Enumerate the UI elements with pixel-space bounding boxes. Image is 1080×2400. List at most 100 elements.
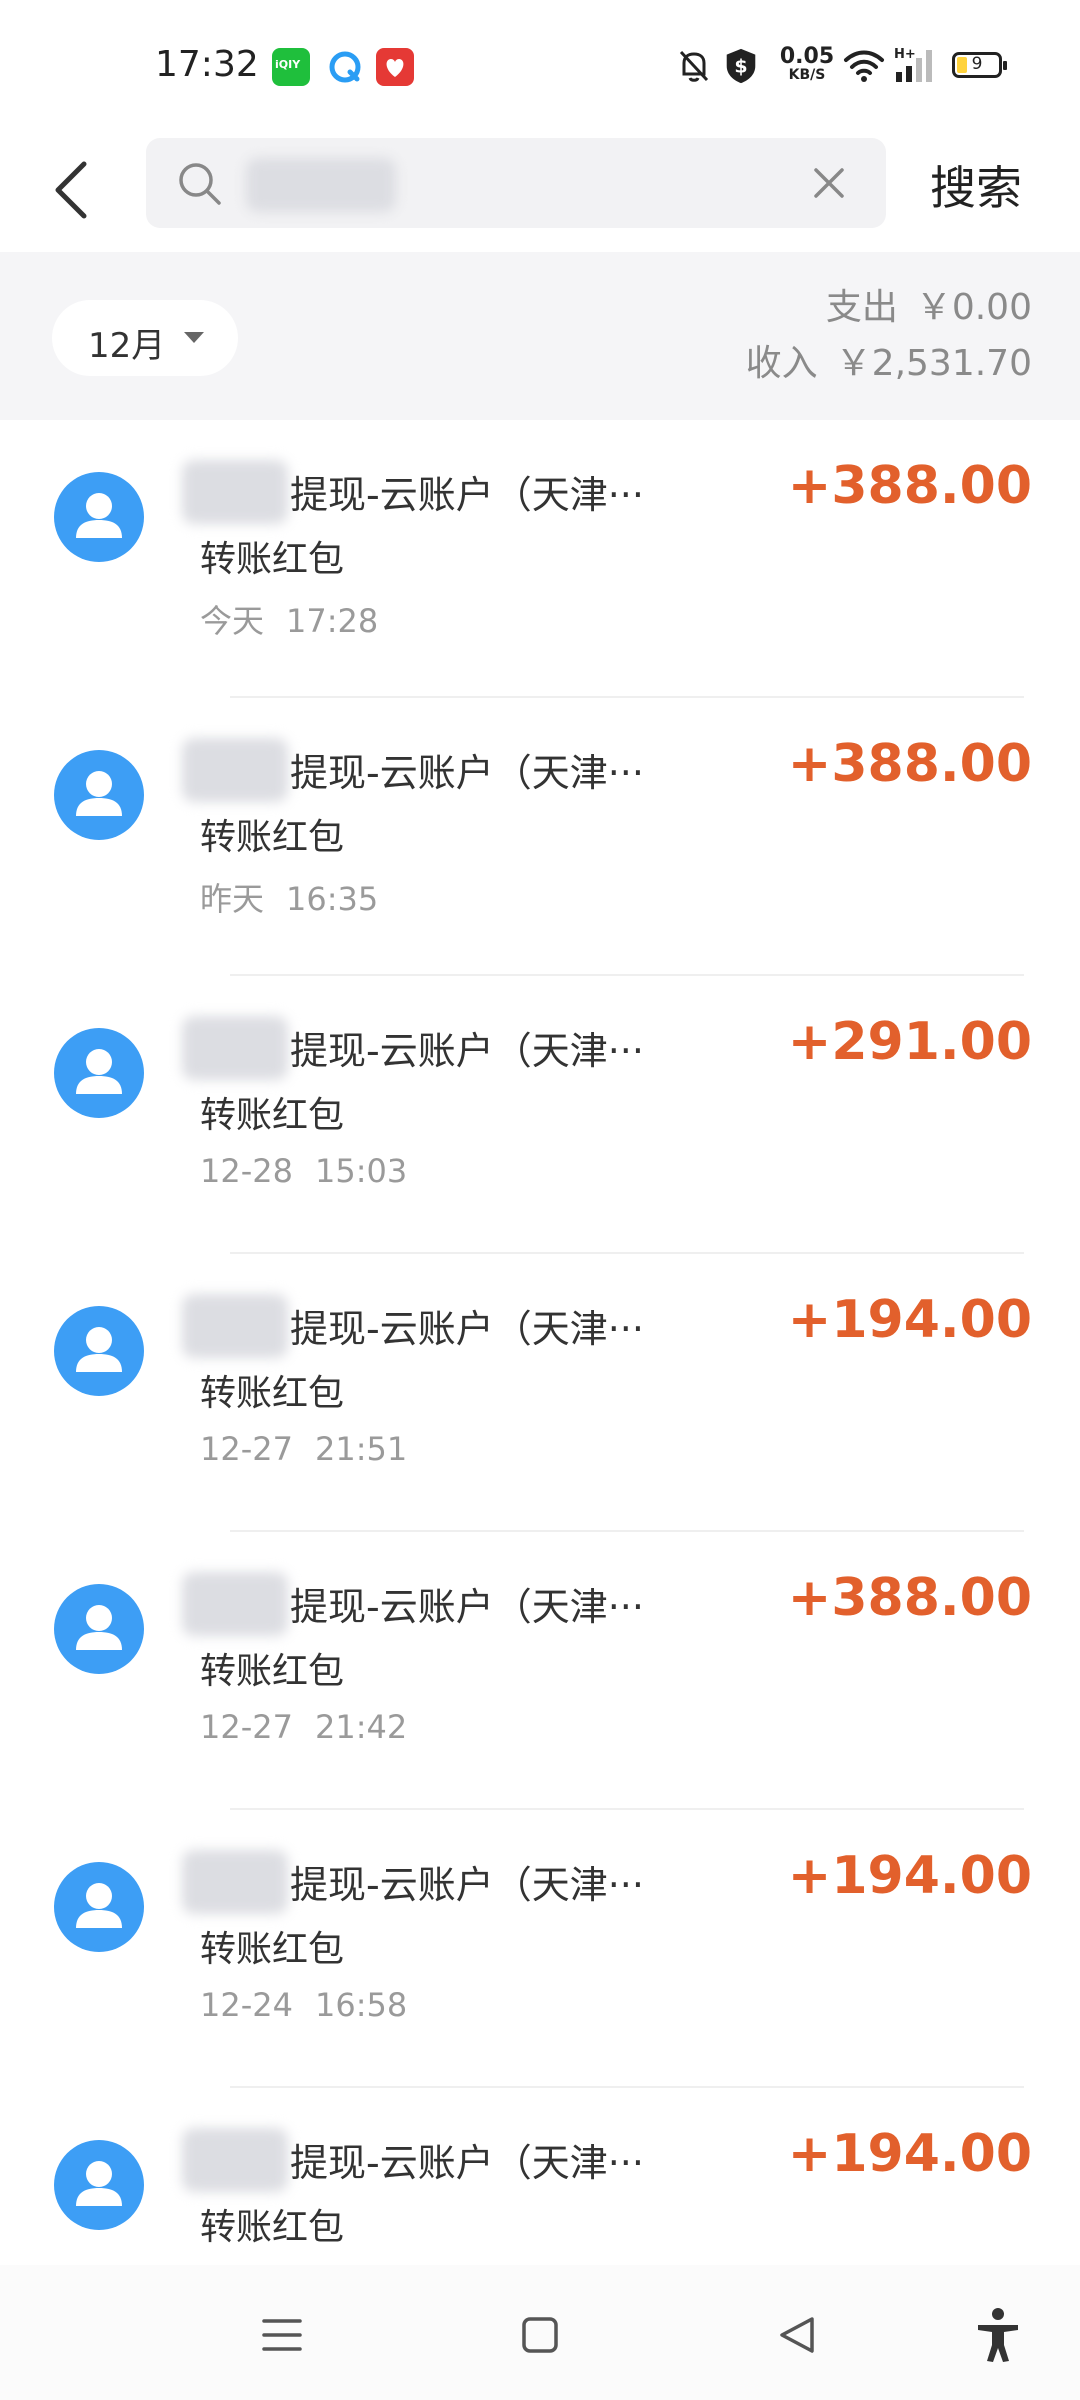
search-box[interactable] <box>146 138 886 228</box>
transaction-title: 提现-云账户（天津··· <box>290 1863 644 1907</box>
transaction-row[interactable]: 提现-云账户（天津··· 转账红包 12-27 21:42 +388.00 <box>0 1532 1080 1810</box>
transaction-amount: +194.00 <box>787 2124 1032 2184</box>
avatar <box>54 1306 144 1396</box>
iqiyi-icon <box>272 48 310 86</box>
mute-bell-icon <box>679 50 709 82</box>
month-selector[interactable]: 12月 <box>52 300 238 376</box>
transaction-title: 提现-云账户（天津··· <box>290 473 644 517</box>
transaction-row[interactable]: 提现-云账户（天津··· 转账红包 12-24 16:58 +194.00 <box>0 1810 1080 2088</box>
redacted-name <box>182 2128 288 2192</box>
transaction-row[interactable]: 提现-云账户（天津··· 转账红包 +194.00 <box>0 2088 1080 2265</box>
shield-icon: $ <box>726 48 756 84</box>
transaction-type: 转账红包 <box>200 2207 345 2248</box>
transaction-type: 转账红包 <box>200 1373 345 1414</box>
transaction-amount: +194.00 <box>787 1290 1032 1350</box>
transaction-type: 转账红包 <box>200 539 345 580</box>
month-summary: 12月 支出 ￥0.00 收入 ￥2,531.70 <box>0 252 1080 420</box>
redacted-name <box>182 1016 288 1080</box>
transaction-datetime: 今天 17:28 <box>200 596 378 642</box>
transaction-amount: +388.00 <box>787 1568 1032 1628</box>
income-total: 收入 ￥2,531.70 <box>746 336 1032 392</box>
battery-level: 9 <box>971 54 983 74</box>
transaction-datetime: 12-28 15:03 <box>200 1152 407 1190</box>
redacted-name <box>182 1572 288 1636</box>
svg-text:$: $ <box>734 56 747 78</box>
transaction-title: 提现-云账户（天津··· <box>290 751 644 795</box>
transaction-time: 15:03 <box>314 1152 408 1190</box>
status-bar: 17:32 $ 0.05 KB/S H+ 9 <box>0 0 1080 130</box>
transaction-row[interactable]: 提现-云账户（天津··· 转账红包 今天 17:28 +388.00 <box>0 420 1080 698</box>
transaction-time: 17:28 <box>286 602 379 640</box>
transaction-title: 提现-云账户（天津··· <box>290 2141 644 2185</box>
avatar <box>54 2140 144 2230</box>
redacted-name <box>182 1850 288 1914</box>
chevron-left-icon <box>55 161 87 219</box>
transaction-amount: +388.00 <box>787 734 1032 794</box>
income-label: 收入 <box>745 343 818 384</box>
redacted-search-text <box>246 158 396 212</box>
expense-value: ￥0.00 <box>915 287 1032 328</box>
redacted-name <box>182 460 288 524</box>
avatar <box>54 1028 144 1118</box>
search-header: 搜索 <box>0 130 1080 252</box>
transaction-title: 提现-云账户（天津··· <box>290 1029 644 1073</box>
month-label: 12月 <box>88 326 166 366</box>
wifi-icon <box>844 50 884 82</box>
transaction-date: 昨天 <box>200 880 265 918</box>
transaction-amount: +388.00 <box>787 456 1032 516</box>
clear-search-button[interactable] <box>806 160 852 206</box>
transaction-amount: +194.00 <box>787 1846 1032 1906</box>
income-value: ￥2,531.70 <box>835 343 1032 384</box>
transaction-row[interactable]: 提现-云账户（天津··· 转账红包 12-28 15:03 +291.00 <box>0 976 1080 1254</box>
transaction-date: 12-28 <box>200 1152 293 1190</box>
user-avatar-icon <box>76 1605 122 1650</box>
transaction-date: 12-27 <box>200 1708 293 1746</box>
transaction-type: 转账红包 <box>200 817 345 858</box>
avatar <box>54 1862 144 1952</box>
caret-down-icon <box>184 332 204 343</box>
transaction-title: 提现-云账户（天津··· <box>290 1585 644 1629</box>
close-icon <box>814 168 844 198</box>
accessibility-icon[interactable] <box>968 2305 1028 2365</box>
transaction-time: 16:35 <box>286 880 379 918</box>
transaction-title: 提现-云账户（天津··· <box>290 1307 644 1351</box>
avatar <box>54 1584 144 1674</box>
transaction-date: 今天 <box>200 602 265 640</box>
network-speed-value: 0.05 <box>779 44 835 69</box>
avatar <box>54 472 144 562</box>
transaction-row[interactable]: 提现-云账户（天津··· 转账红包 12-27 21:51 +194.00 <box>0 1254 1080 1532</box>
expense-label: 支出 <box>825 287 898 328</box>
home-square-icon[interactable] <box>510 2305 570 2365</box>
system-nav-bar <box>0 2265 1080 2400</box>
redacted-name <box>182 1294 288 1358</box>
expense-total: 支出 ￥0.00 <box>746 280 1032 336</box>
search-icon <box>179 163 221 205</box>
transaction-list: 提现-云账户（天津··· 转账红包 今天 17:28 +388.00 提现-云账户… <box>0 420 1080 2265</box>
transaction-datetime: 12-27 21:51 <box>200 1430 407 1468</box>
menu-icon[interactable] <box>252 2305 312 2365</box>
status-time: 17:32 <box>155 44 259 85</box>
network-speed: 0.05 KB/S <box>772 44 842 83</box>
transaction-datetime: 12-24 16:58 <box>200 1986 407 2024</box>
transaction-type: 转账红包 <box>200 1095 345 1136</box>
shopping-icon <box>376 48 414 86</box>
transaction-datetime: 12-27 21:42 <box>200 1708 407 1746</box>
user-avatar-icon <box>76 2161 122 2206</box>
signal-icon: H+ <box>894 47 932 82</box>
transaction-type: 转账红包 <box>200 1929 345 1970</box>
redacted-name <box>182 738 288 802</box>
user-avatar-icon <box>76 1049 122 1094</box>
user-avatar-icon <box>76 493 122 538</box>
back-triangle-icon[interactable] <box>768 2305 828 2365</box>
avatar <box>54 750 144 840</box>
transaction-row[interactable]: 提现-云账户（天津··· 转账红包 昨天 16:35 +388.00 <box>0 698 1080 976</box>
browser-icon <box>326 48 364 86</box>
battery-icon: 9 <box>952 52 1007 78</box>
search-button[interactable]: 搜索 <box>930 152 1022 218</box>
transaction-time: 16:58 <box>314 1986 408 2024</box>
network-speed-unit: KB/S <box>788 67 826 83</box>
user-avatar-icon <box>76 1327 122 1372</box>
summary-totals: 支出 ￥0.00 收入 ￥2,531.70 <box>746 280 1032 392</box>
back-button[interactable] <box>40 148 110 232</box>
transaction-amount: +291.00 <box>787 1012 1032 1072</box>
